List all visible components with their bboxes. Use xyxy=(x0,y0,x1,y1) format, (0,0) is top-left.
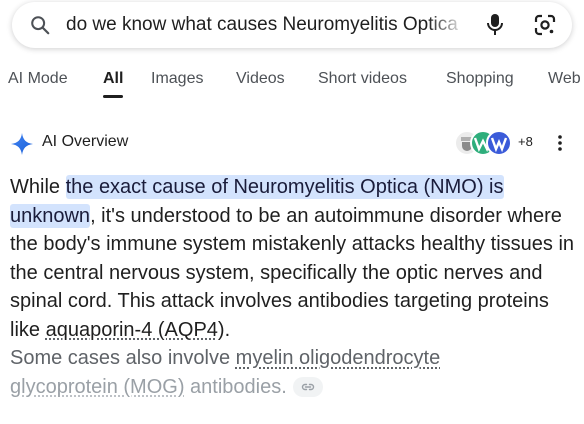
tab-all[interactable]: All xyxy=(103,70,124,98)
citation-link-icon[interactable] xyxy=(292,377,323,398)
search-icon[interactable] xyxy=(28,13,52,37)
tab-short-videos[interactable]: Short videos xyxy=(318,70,407,98)
tab-ai-mode[interactable]: AI Mode xyxy=(8,70,68,98)
tab-web[interactable]: Web xyxy=(548,70,581,98)
body-text-2: Some cases also involve xyxy=(10,347,236,369)
body-lead: While xyxy=(10,176,66,198)
ai-overview-title: AI Overview xyxy=(42,133,129,150)
mog-link-part-1[interactable]: myelin oligodendrocyte xyxy=(236,347,441,369)
google-lens-icon[interactable] xyxy=(530,10,560,40)
tab-shopping[interactable]: Shopping xyxy=(446,70,514,98)
source-favicons[interactable]: +8 xyxy=(454,130,538,156)
source-w-favicon-icon xyxy=(486,130,512,156)
search-input[interactable]: do we know what causes Neuromyelitis Opt… xyxy=(66,11,466,39)
body-fade-line: Some cases also involve myelin oligodend… xyxy=(10,347,440,369)
body-fade-line-2: glycoprotein (MOG) antibodies. xyxy=(10,376,287,398)
body-period: . xyxy=(224,318,231,341)
tab-images[interactable]: Images xyxy=(151,70,203,98)
ai-overview-header: AI Overview +8 xyxy=(10,130,574,156)
ai-sparkle-icon xyxy=(10,132,34,156)
more-options-icon[interactable] xyxy=(550,130,570,156)
body-text-3: antibodies. xyxy=(184,375,287,398)
aquaporin-4-link[interactable]: aquaporin-4 (AQP4) xyxy=(46,319,225,341)
microphone-icon[interactable] xyxy=(480,10,510,40)
search-tabs: AI Mode All Images Videos Short videos S… xyxy=(0,62,584,98)
search-bar[interactable]: do we know what causes Neuromyelitis Opt… xyxy=(12,2,572,48)
ai-overview-text: While the exact cause of Neuromyelitis O… xyxy=(10,173,576,401)
tab-videos[interactable]: Videos xyxy=(236,70,285,98)
mog-link-part-2[interactable]: glycoprotein (MOG) xyxy=(10,376,185,398)
source-count: +8 xyxy=(518,134,533,149)
google-search-results-page: do we know what causes Neuromyelitis Opt… xyxy=(0,0,584,424)
